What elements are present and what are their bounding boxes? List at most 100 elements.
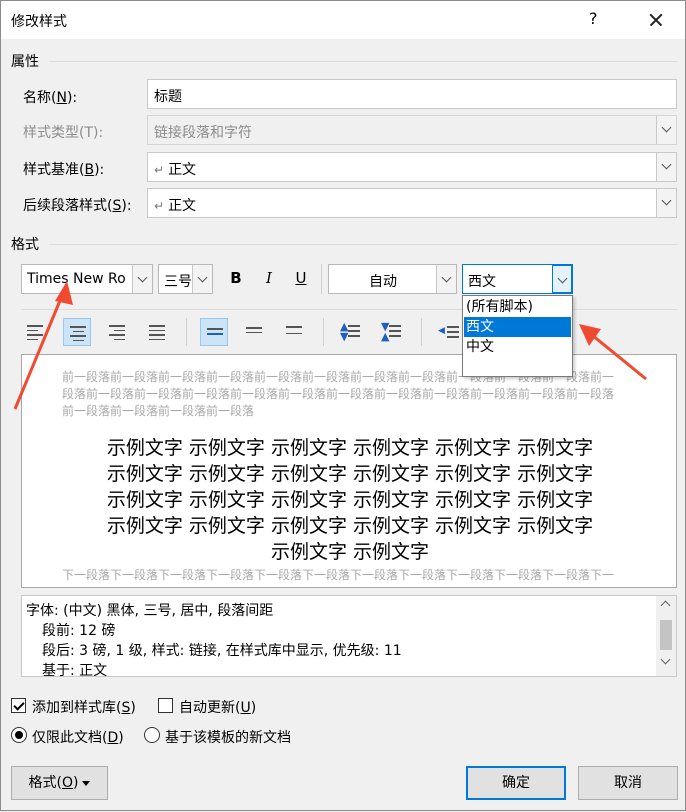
based-on-value: 正文 xyxy=(168,162,197,178)
script-option-all[interactable]: (所有脚本) xyxy=(464,297,571,317)
scroll-down-icon[interactable] xyxy=(660,654,671,665)
align-left-icon xyxy=(27,325,43,343)
single-spacing-button[interactable] xyxy=(200,318,228,346)
script-dropdown-list[interactable]: (所有脚本) 西文 中文 xyxy=(462,295,573,377)
font-size-select[interactable]: 三号 xyxy=(158,264,213,294)
script-value: 西文 xyxy=(468,274,496,290)
decrease-indent-icon: ◀ xyxy=(438,326,445,336)
align-center-button[interactable] xyxy=(63,318,91,346)
bold-button[interactable]: B xyxy=(223,264,249,292)
font-color-value: 自动 xyxy=(369,274,397,290)
this-document-only-radio[interactable] xyxy=(11,727,27,743)
add-to-gallery-checkbox[interactable] xyxy=(11,698,26,713)
style-preview: 前一段落前一段落前一段落前一段落前一段落前一段落前一段落前一段落前一段落前一段落… xyxy=(21,354,677,588)
chevron-down-icon xyxy=(197,272,208,283)
decrease-paragraph-spacing-button[interactable]: ▼ ▲ xyxy=(377,318,405,346)
double-spacing-icon xyxy=(286,326,302,337)
toolbar-separator xyxy=(186,318,187,346)
font-size-value: 三号 xyxy=(164,274,192,290)
ok-button[interactable]: 确定 xyxy=(466,766,566,800)
help-button[interactable]: ? xyxy=(589,9,598,28)
properties-section-label: 属性 xyxy=(11,54,39,70)
style-type-select: 链接段落和字符 xyxy=(147,115,677,145)
cancel-button[interactable]: 取消 xyxy=(578,766,678,800)
decrease-indent-button[interactable]: ◀ xyxy=(435,318,463,346)
auto-update-checkbox[interactable] xyxy=(158,698,173,713)
close-icon[interactable] xyxy=(641,6,671,34)
based-on-dropdown[interactable] xyxy=(656,153,676,181)
style-description: 字体: (中文) 黑体, 三号, 居中, 段落间距 段前: 12 磅 段后: 3… xyxy=(21,595,677,679)
auto-update-label[interactable]: 自动更新(U) xyxy=(179,697,256,717)
toolbar-separator xyxy=(321,264,322,294)
chevron-down-icon xyxy=(557,273,568,284)
underline-button[interactable]: U xyxy=(288,264,314,292)
scroll-up-icon[interactable] xyxy=(660,600,671,611)
font-color-dropdown[interactable] xyxy=(436,265,456,293)
font-name-select[interactable]: Times New Ro xyxy=(21,264,153,294)
description-line: 字体: (中文) 黑体, 三号, 居中, 段落间距 xyxy=(26,603,274,619)
single-spacing-icon xyxy=(207,328,223,338)
new-documents-template-radio[interactable] xyxy=(144,727,160,743)
dialog-title: 修改样式 xyxy=(11,14,67,30)
font-name-value: Times New Ro xyxy=(27,271,126,287)
one-half-spacing-button[interactable] xyxy=(240,318,268,346)
add-to-gallery-label[interactable]: 添加到样式库(S) xyxy=(32,697,136,717)
align-right-button[interactable] xyxy=(103,318,131,346)
name-label: 名称(N): xyxy=(23,90,78,106)
align-left-button[interactable] xyxy=(21,318,49,346)
this-document-only-label[interactable]: 仅限此文档(D) xyxy=(32,727,124,747)
based-on-select[interactable]: ↵ 正文 xyxy=(147,152,677,182)
description-line: 基于: 正文 xyxy=(42,663,108,679)
increase-paragraph-spacing-button[interactable]: ▲ ▼ xyxy=(336,318,364,346)
justify-button[interactable] xyxy=(143,318,171,346)
style-type-value: 链接段落和字符 xyxy=(154,125,252,141)
script-option-chinese[interactable]: 中文 xyxy=(464,337,571,357)
format-divider xyxy=(49,244,677,245)
double-spacing-button[interactable] xyxy=(280,318,308,346)
properties-divider xyxy=(49,61,677,62)
sample-text-line: 示例文字 示例文字 示例文字 示例文字 示例文字 示例文字 xyxy=(106,437,594,459)
italic-button[interactable]: I xyxy=(256,264,282,292)
modify-style-dialog: 修改样式 ? 属性 名称(N): 标题 样式类型(T): 链接段落和字符 样式基… xyxy=(0,0,686,811)
toolbar-separator xyxy=(421,318,422,346)
toolbar-separator xyxy=(323,318,324,346)
script-dropdown[interactable] xyxy=(552,265,572,293)
chevron-down-icon xyxy=(661,195,672,206)
font-name-dropdown[interactable] xyxy=(132,265,152,293)
justify-icon xyxy=(149,325,165,343)
next-paragraph-text: 下一段落下一段落下一段落下一段落下一段落下一段落下一段落下一段落下一段落下一段落… xyxy=(62,568,615,582)
style-type-label: 样式类型(T): xyxy=(23,125,104,141)
chevron-down-icon xyxy=(661,159,672,170)
font-color-select[interactable]: 自动 xyxy=(328,264,457,294)
sample-text-line: 示例文字 示例文字 示例文字 示例文字 示例文字 示例文字 xyxy=(106,515,594,537)
description-line: 段后: 3 磅, 1 级, 样式: 链接, 在样式库中显示, 优先级: 11 xyxy=(42,643,402,659)
sample-text-line: 示例文字 示例文字 示例文字 示例文字 示例文字 示例文字 xyxy=(106,489,594,511)
scroll-thumb[interactable] xyxy=(660,620,672,650)
paragraph-mark-icon: ↵ xyxy=(154,163,165,177)
one-half-spacing-icon xyxy=(246,327,262,336)
sample-text-line: 示例文字 示例文字 示例文字 示例文字 示例文字 示例文字 xyxy=(106,463,594,485)
paragraph-mark-icon: ↵ xyxy=(154,199,165,213)
description-scrollbar[interactable] xyxy=(656,596,676,676)
format-section-label: 格式 xyxy=(11,237,39,253)
chevron-down-icon xyxy=(137,272,148,283)
script-option-western[interactable]: 西文 xyxy=(464,317,571,337)
name-input[interactable]: 标题 xyxy=(147,79,677,109)
script-select[interactable]: 西文 xyxy=(462,264,573,294)
next-style-dropdown[interactable] xyxy=(656,189,676,217)
caret-down-icon xyxy=(82,780,91,786)
description-line: 段前: 12 磅 xyxy=(42,623,116,639)
chevron-down-icon xyxy=(661,122,672,133)
title-bar: 修改样式 ? xyxy=(1,1,685,39)
font-size-dropdown[interactable] xyxy=(192,265,212,293)
new-documents-template-label[interactable]: 基于该模板的新文档 xyxy=(165,727,291,747)
based-on-label: 样式基准(B): xyxy=(23,162,105,178)
toolbar-divider xyxy=(21,309,677,310)
align-center-icon xyxy=(70,326,86,344)
sample-text-line: 示例文字 示例文字 xyxy=(270,541,430,563)
style-type-dropdown xyxy=(656,116,676,144)
next-style-label: 后续段落样式(S): xyxy=(23,198,132,214)
format-menu-button[interactable]: 格式(O) xyxy=(11,766,108,800)
next-style-select[interactable]: ↵ 正文 xyxy=(147,188,677,218)
align-right-icon xyxy=(109,325,125,343)
